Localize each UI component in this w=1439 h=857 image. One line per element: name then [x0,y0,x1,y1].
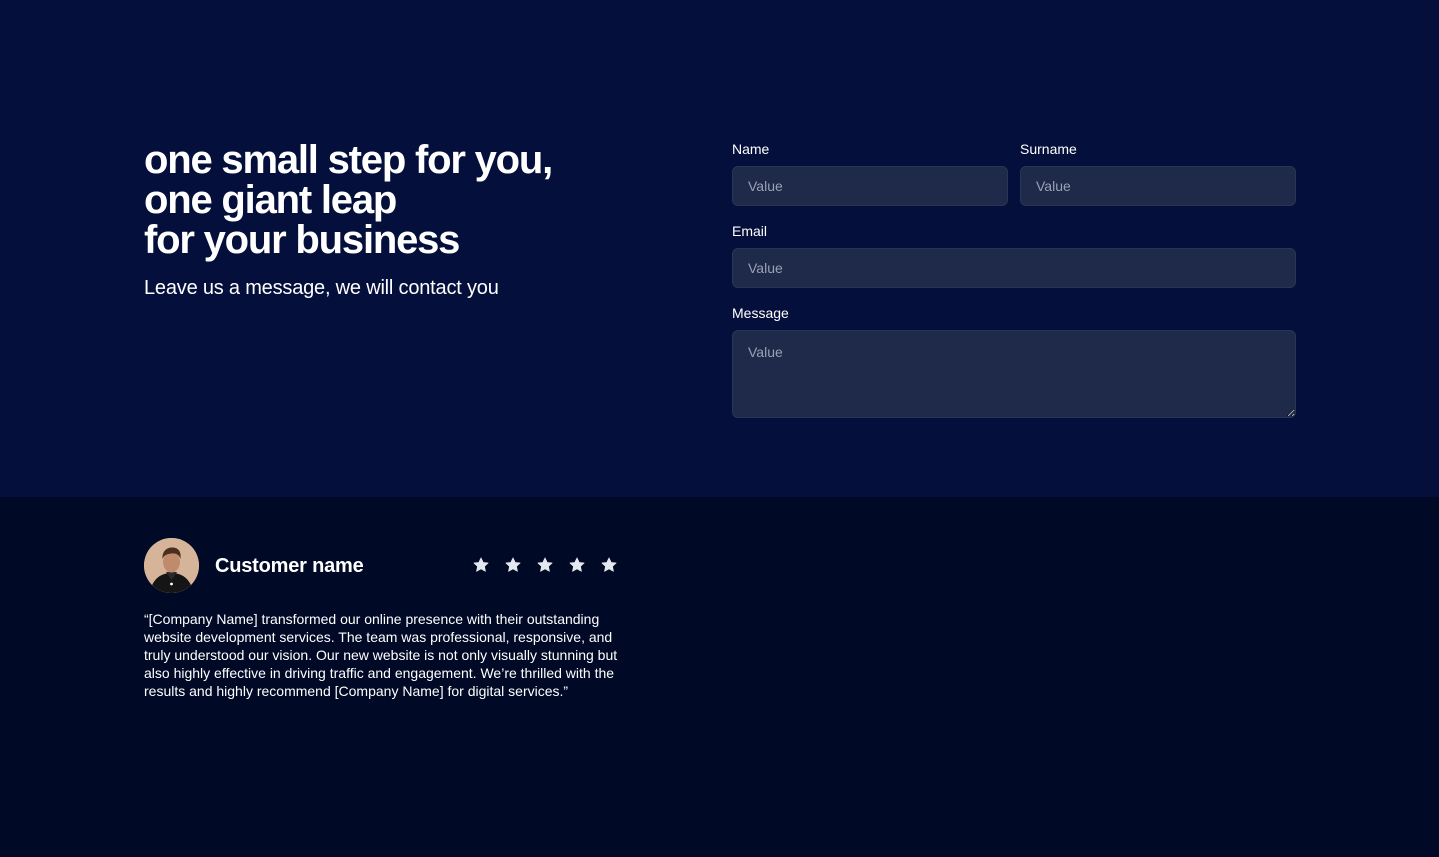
message-label: Message [732,305,789,321]
email-label: Email [732,223,768,239]
headline-line-2: one giant leap [144,178,397,222]
name-input[interactable] [732,166,1008,206]
customer-avatar [144,538,199,593]
star-icon [601,557,617,572]
star-icon [505,557,521,572]
contact-hero: one small step for you, one giant leap f… [0,0,1439,497]
headline-line-3: for your business [144,218,460,262]
name-label: Name [732,141,770,157]
testimonial-quote: “[Company Name] transformed our online p… [144,611,618,699]
page-subtitle: Leave us a message, we will contact you [144,277,499,299]
star-icon [569,557,585,572]
person-avatar-icon [144,538,199,593]
page-title: one small step for you, one giant leap f… [144,140,664,260]
surname-label: Surname [1020,141,1077,157]
star-icon [473,557,489,572]
contact-form: Name Surname Email Message [732,0,1296,497]
rating-stars [472,556,618,574]
message-textarea[interactable] [732,330,1296,418]
star-icon [537,557,553,572]
email-input[interactable] [732,248,1296,288]
customer-name: Customer name [215,555,364,577]
surname-input[interactable] [1020,166,1296,206]
headline-line-1: one small step for you, [144,138,553,182]
